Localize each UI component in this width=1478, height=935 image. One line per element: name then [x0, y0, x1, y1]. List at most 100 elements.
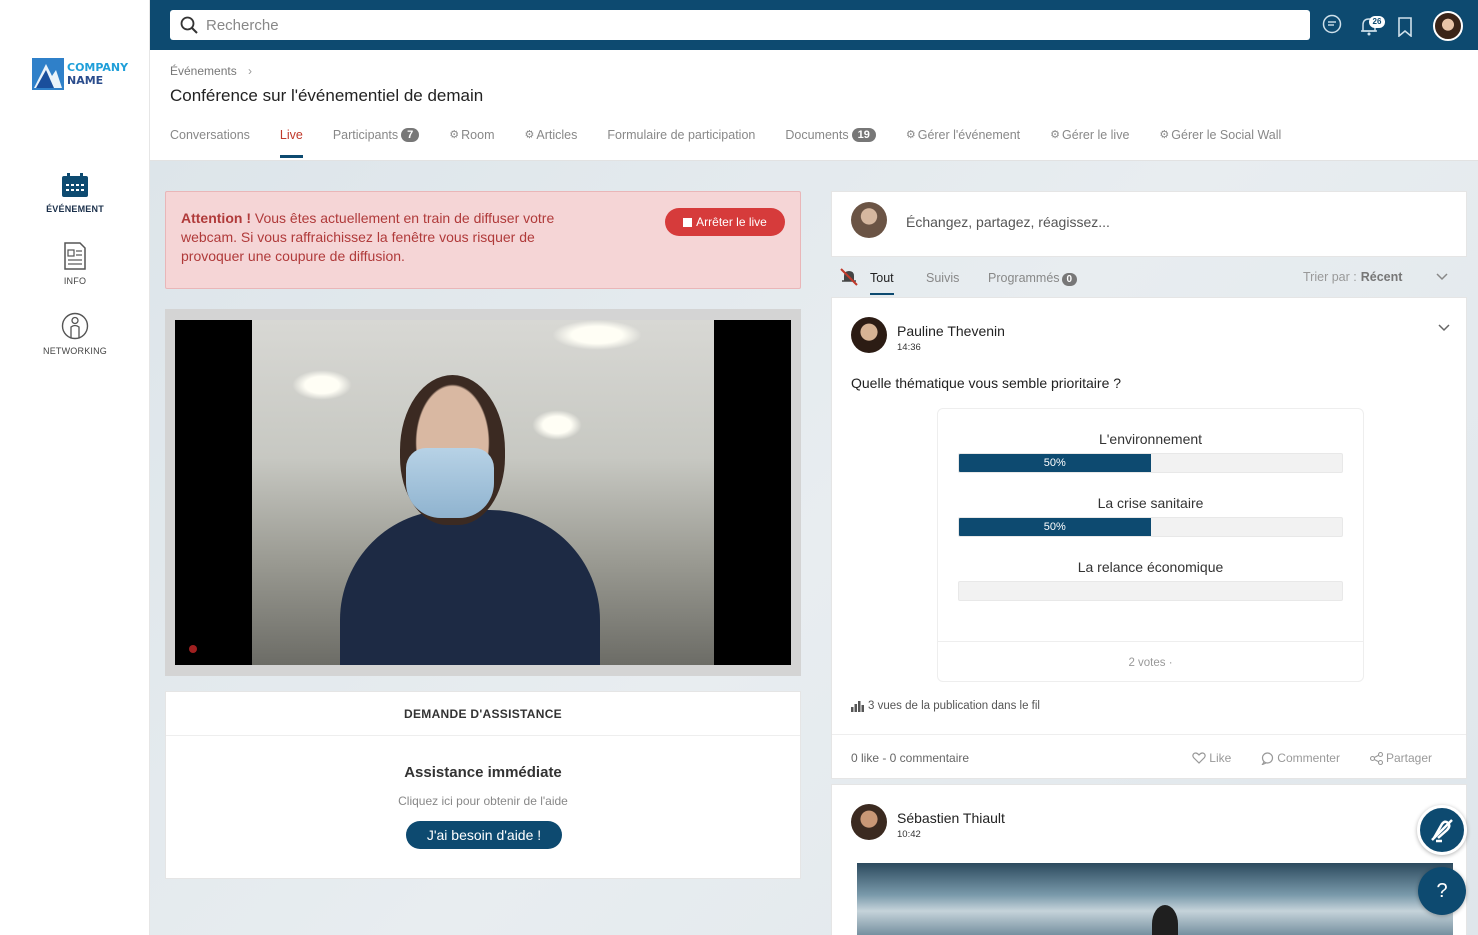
sort-label: Trier par : — [1303, 270, 1357, 284]
alert-strong: Attention ! — [181, 210, 251, 226]
feed-tab-scheduled[interactable]: Programmés 0 — [988, 271, 1078, 286]
bar-chart-icon — [851, 700, 864, 712]
search-box[interactable] — [170, 10, 1310, 40]
composer-input[interactable] — [906, 214, 1406, 230]
poll-question: Quelle thématique vous semble prioritair… — [851, 375, 1122, 391]
tab-label: Participants — [332, 128, 399, 142]
count-badge: 7 — [401, 128, 420, 142]
count-badge: 0 — [1061, 273, 1078, 286]
bird-shape — [1152, 905, 1178, 935]
webcam-video[interactable] — [175, 320, 791, 665]
broadcast-warning: Attention ! Vous êtes actuellement en tr… — [165, 191, 801, 289]
sidebar-item-networking[interactable]: NETWORKING — [0, 312, 150, 356]
company-logo[interactable]: COMPANY NAME — [32, 58, 128, 90]
gear-icon: ⚙ — [905, 129, 916, 141]
composer-avatar — [851, 202, 887, 238]
logo-line-1: COMPANY — [67, 61, 129, 74]
chevron-down-icon[interactable] — [1438, 324, 1450, 332]
light-shape — [292, 370, 352, 400]
tab-label: Gérer le Social Wall — [1171, 128, 1282, 142]
assistance-subtitle: Cliquez ici pour obtenir de l'aide — [398, 794, 568, 808]
tab-label: Gérer le live — [1062, 128, 1130, 142]
feed-tab-all[interactable]: Tout — [870, 271, 894, 295]
action-label: Commenter — [1277, 751, 1340, 765]
main-content: Attention ! Vous êtes actuellement en tr… — [150, 161, 1478, 935]
feed-tab-followed[interactable]: Suivis — [926, 271, 959, 285]
mute-icon — [1431, 819, 1453, 843]
tab-participants[interactable]: Participants 7 — [332, 128, 420, 158]
bookmark-icon[interactable] — [1397, 17, 1413, 37]
post-author[interactable]: Pauline Thevenin — [897, 323, 1005, 339]
mute-microphone-button[interactable] — [1417, 805, 1467, 855]
post-footer: 0 like - 0 commentaire Like Commenter Pa… — [832, 734, 1466, 780]
action-label: Like — [1209, 751, 1232, 765]
page-title: Conférence sur l'événementiel de demain — [170, 86, 484, 105]
breadcrumb-item[interactable]: Événements — [170, 64, 237, 78]
tab-label: Conversations — [170, 128, 250, 142]
button-label: Arrêter le live — [696, 215, 767, 229]
comment-icon — [1261, 751, 1274, 765]
post-author[interactable]: Sébastien Thiault — [897, 810, 1005, 826]
tab-gerer-evenement[interactable]: ⚙ Gérer l'événement — [906, 128, 1020, 158]
live-video-container — [165, 309, 801, 676]
gear-icon: ⚙ — [524, 129, 535, 141]
post-time: 10:42 — [897, 829, 921, 840]
poll-option-label: La relance économique — [1077, 559, 1224, 575]
tab-articles[interactable]: ⚙ Articles — [525, 128, 578, 158]
breadcrumb[interactable]: Événements › — [170, 64, 252, 78]
comment-button[interactable]: Commenter — [1261, 751, 1340, 765]
stop-live-button[interactable]: Arrêter le live — [665, 208, 785, 236]
sort-dropdown[interactable]: Trier par : Récent — [1303, 270, 1448, 284]
share-button[interactable]: Partager — [1369, 751, 1432, 765]
tab-formulaire[interactable]: Formulaire de participation — [607, 128, 755, 158]
person-body-shape — [340, 510, 600, 665]
sidebar-item-label: NETWORKING — [43, 346, 107, 356]
tab-gerer-social-wall[interactable]: ⚙ Gérer le Social Wall — [1159, 128, 1281, 158]
logo-text: COMPANY NAME — [67, 61, 128, 87]
poll-option-bar[interactable]: 50% — [958, 453, 1343, 473]
feed-tabs: Tout Suivis Programmés 0 Trier par : Récen… — [831, 265, 1467, 297]
tab-room[interactable]: ⚙ Room — [449, 128, 494, 158]
poll-option-bar[interactable] — [958, 581, 1343, 601]
sidebar-item-label: INFO — [63, 276, 87, 286]
help-button[interactable]: ? — [1418, 867, 1466, 915]
search-input[interactable] — [206, 16, 1206, 34]
sidebar-item-info[interactable]: INFO — [0, 242, 150, 286]
sidebar-item-evenement[interactable]: ÉVÉNEMENT — [0, 172, 150, 214]
post-image[interactable] — [857, 863, 1453, 935]
stop-icon — [683, 217, 693, 227]
notification-badge: 26 — [1369, 16, 1385, 28]
views-text: 3 vues de la publication dans le fil — [868, 700, 1040, 712]
assistance-title: Assistance immédiate — [404, 764, 562, 781]
notifications-off-icon[interactable] — [839, 267, 859, 287]
chevron-right-icon: › — [248, 64, 253, 78]
chat-icon[interactable] — [1322, 14, 1342, 34]
sort-value: Récent — [1360, 270, 1403, 284]
tab-conversations[interactable]: Conversations — [170, 128, 250, 158]
logo-line-2: NAME — [67, 74, 104, 87]
author-avatar[interactable] — [851, 804, 887, 840]
user-avatar[interactable] — [1433, 11, 1463, 41]
light-shape — [552, 320, 642, 350]
author-avatar[interactable] — [851, 317, 887, 353]
chevron-down-icon — [1436, 273, 1448, 281]
post-actions: Like Commenter Partager — [1162, 751, 1432, 765]
post-time: 14:36 — [897, 342, 921, 353]
need-help-button[interactable]: J'ai besoin d'aide ! — [406, 821, 562, 849]
tab-documents[interactable]: Documents 19 — [785, 128, 876, 158]
gear-icon: ⚙ — [1159, 129, 1170, 141]
heart-icon — [1192, 752, 1206, 764]
feed-post: Sébastien Thiault 10:42 — [831, 784, 1467, 935]
poll-option-bar[interactable]: 50% — [958, 517, 1343, 537]
poll-option-fill: 50% — [959, 518, 1151, 536]
alert-message: Attention ! Vous êtes actuellement en tr… — [181, 209, 581, 266]
recording-dot-icon — [189, 645, 197, 653]
post-counts[interactable]: 0 like - 0 commentaire — [851, 751, 969, 765]
gear-icon: ⚙ — [449, 129, 460, 141]
like-button[interactable]: Like — [1192, 751, 1231, 765]
tab-gerer-live[interactable]: ⚙ Gérer le live — [1050, 128, 1129, 158]
tab-label: Gérer l'événement — [917, 128, 1021, 142]
person-icon — [61, 312, 89, 340]
tab-live[interactable]: Live — [279, 128, 303, 158]
poll: L'environnement 50% La crise sanitaire 5… — [937, 408, 1364, 682]
